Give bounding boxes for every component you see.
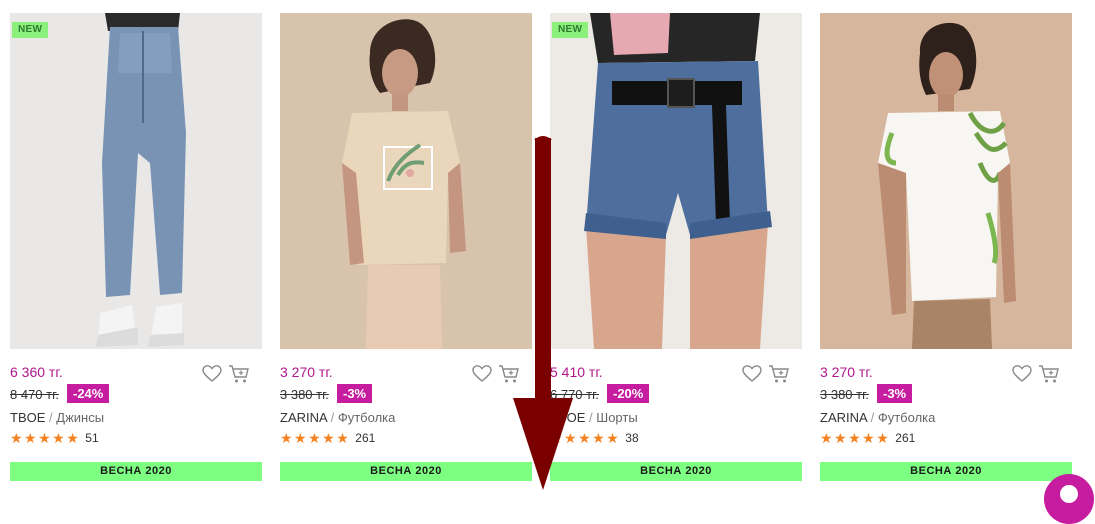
cart-icon[interactable] [768, 364, 790, 384]
brand-category[interactable]: TBOE / Шорты [550, 410, 638, 425]
new-badge: NEW [552, 22, 589, 38]
review-count: 38 [625, 431, 639, 445]
brand-category[interactable]: ZARINA / Футболка [820, 410, 935, 425]
product-grid: NEW 6 360 тг. 8 470 тг. -24% TBOE / Джин… [0, 0, 1095, 493]
brand-name[interactable]: TBOE [550, 410, 585, 425]
rating: ★★★★★ 261 [820, 430, 915, 446]
category-name[interactable]: Джинсы [56, 410, 104, 425]
old-price: 3 380 тг. [820, 387, 869, 402]
discount-badge: -3% [337, 384, 373, 403]
season-button[interactable]: ВЕСНА 2020 [10, 462, 262, 481]
product-card: NEW 6 360 тг. 8 470 тг. -24% TBOE / Джин… [10, 0, 262, 493]
star-rating-icon: ★★★★★ [550, 429, 621, 446]
old-price: 3 380 тг. [280, 387, 329, 402]
season-button[interactable]: ВЕСНА 2020 [550, 462, 802, 481]
current-price: 6 360 тг. [10, 364, 63, 380]
new-badge: NEW [12, 22, 49, 38]
chat-bubble-icon [1060, 485, 1078, 503]
cart-icon[interactable] [498, 364, 520, 384]
rating: ★★★★★ 261 [280, 430, 375, 446]
cart-icon[interactable] [228, 364, 250, 384]
current-price: 3 270 тг. [820, 364, 873, 380]
product-image[interactable] [550, 13, 802, 349]
heart-icon[interactable] [742, 364, 762, 384]
brand-category[interactable]: TBOE / Джинсы [10, 410, 104, 425]
review-count: 51 [85, 431, 99, 445]
old-price: 8 470 тг. [10, 387, 59, 402]
separator: / [49, 410, 53, 425]
star-rating-icon: ★★★★★ [280, 429, 351, 446]
season-button[interactable]: ВЕСНА 2020 [820, 462, 1072, 481]
product-card: 3 270 тг. 3 380 тг. -3% ZARINA / Футболк… [280, 0, 532, 493]
star-rating-icon: ★★★★★ [10, 429, 81, 446]
star-rating-icon: ★★★★★ [820, 429, 891, 446]
category-name[interactable]: Шорты [596, 410, 637, 425]
chat-button[interactable] [1044, 474, 1094, 524]
review-count: 261 [895, 431, 916, 445]
season-button[interactable]: ВЕСНА 2020 [280, 462, 532, 481]
discount-badge: -20% [607, 384, 650, 403]
discount-badge: -24% [67, 384, 110, 403]
heart-icon[interactable] [1012, 364, 1032, 384]
brand-name[interactable]: ZARINA [820, 410, 867, 425]
current-price: 5 410 тг. [550, 364, 603, 380]
rating: ★★★★★ 51 [10, 430, 99, 446]
product-image[interactable] [10, 13, 262, 349]
separator: / [330, 410, 335, 425]
cart-icon[interactable] [1038, 364, 1060, 384]
old-price: 6 770 тг. [550, 387, 599, 402]
brand-category[interactable]: ZARINA / Футболка [280, 410, 395, 425]
product-card: 3 270 тг. 3 380 тг. -3% ZARINA / Футболк… [820, 0, 1072, 493]
brand-name[interactable]: ZARINA [280, 410, 327, 425]
separator: / [589, 410, 593, 425]
category-name[interactable]: Футболка [878, 410, 936, 425]
separator: / [870, 410, 875, 425]
product-image[interactable] [820, 13, 1072, 349]
review-count: 261 [355, 431, 376, 445]
heart-icon[interactable] [472, 364, 492, 384]
discount-badge: -3% [877, 384, 913, 403]
category-name[interactable]: Футболка [338, 410, 396, 425]
brand-name[interactable]: TBOE [10, 410, 45, 425]
product-card: NEW 5 410 тг. 6 770 тг. -20% TBOE / Шорт… [550, 0, 802, 493]
current-price: 3 270 тг. [280, 364, 333, 380]
rating: ★★★★★ 38 [550, 430, 639, 446]
product-image[interactable] [280, 13, 532, 349]
heart-icon[interactable] [202, 364, 222, 384]
